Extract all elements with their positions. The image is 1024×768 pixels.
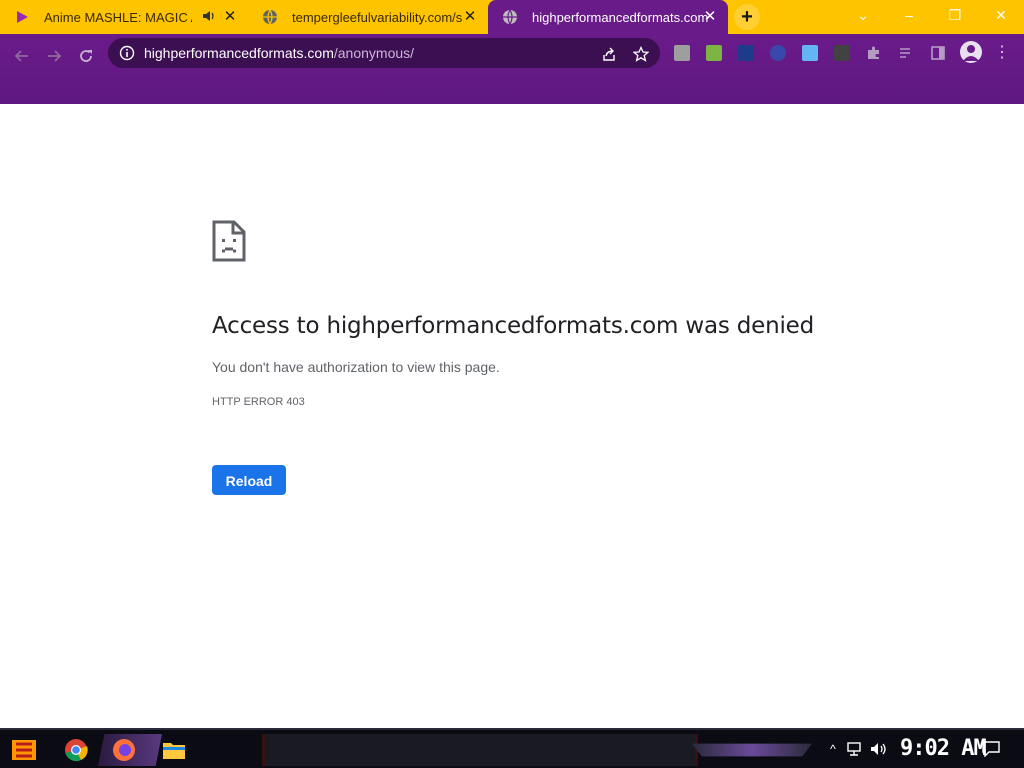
tab-close-icon[interactable]: ✕ (222, 9, 238, 25)
browser-toolbar: highperformancedformats.com/anonymous/ ⋮ (0, 34, 1024, 104)
tab-close-icon[interactable]: ✕ (702, 9, 718, 25)
tab-search-icon[interactable]: ⌄ (840, 0, 886, 30)
taskbar-decoration (692, 743, 812, 757)
tab-close-icon[interactable]: ✕ (462, 9, 478, 25)
extension-2-icon[interactable] (706, 45, 722, 61)
tray-chevron-icon[interactable]: ^ (824, 740, 842, 758)
tab-strip: Anime MASHLE: MAGIC A ✕ tempergleefulvar… (0, 0, 1024, 34)
extension-3-icon[interactable] (738, 45, 754, 61)
tab-anime[interactable]: Anime MASHLE: MAGIC A ✕ (0, 0, 248, 34)
taskbar: ^ 9:02 AM (0, 728, 1024, 768)
share-icon[interactable] (600, 45, 618, 63)
reload-button[interactable]: Reload (212, 465, 286, 495)
globe-icon (262, 9, 278, 25)
error-message: You don't have authorization to view thi… (212, 359, 500, 375)
play-icon (14, 9, 30, 25)
notification-icon[interactable] (982, 740, 1000, 758)
taskbar-clock[interactable]: 9:02 AM (900, 736, 987, 761)
minimize-button[interactable]: – (886, 0, 932, 30)
extension-1-icon[interactable] (674, 45, 690, 61)
speaker-icon[interactable] (202, 9, 216, 25)
url-text[interactable]: highperformancedformats.com/anonymous/ (144, 45, 414, 61)
extension-4-icon[interactable] (770, 45, 786, 61)
media-controls-icon[interactable] (898, 45, 914, 61)
volume-icon[interactable] (870, 740, 888, 758)
error-code: HTTP ERROR 403 (212, 396, 305, 408)
tab-title: highperformancedformats.com (532, 9, 709, 25)
network-icon[interactable] (846, 740, 864, 758)
side-panel-icon[interactable] (930, 45, 946, 61)
profile-avatar-icon[interactable] (960, 41, 982, 63)
taskbar-wallpaper-panel (262, 734, 698, 766)
reload-toolbar-button[interactable] (72, 42, 100, 70)
address-bar[interactable]: highperformancedformats.com/anonymous/ (108, 38, 660, 68)
sad-document-icon (212, 220, 246, 262)
forward-button[interactable] (40, 42, 68, 70)
extensions-puzzle-icon[interactable] (866, 45, 882, 61)
firefox-icon[interactable] (110, 736, 138, 764)
back-button[interactable] (8, 42, 36, 70)
file-explorer-icon[interactable] (160, 736, 188, 764)
start-button-icon[interactable] (10, 736, 38, 764)
chrome-icon[interactable] (62, 736, 90, 764)
info-icon[interactable] (118, 44, 136, 62)
tab-title: tempergleefulvariability.com/s (292, 9, 463, 25)
url-path: /anonymous/ (333, 45, 415, 61)
tab-highperformance-active[interactable]: highperformancedformats.com ✕ (488, 0, 728, 34)
extension-6-icon[interactable] (834, 45, 850, 61)
new-tab-button[interactable]: + (734, 4, 760, 30)
menu-kebab-icon[interactable]: ⋮ (994, 45, 1010, 61)
tab-tempergleeful[interactable]: tempergleefulvariability.com/s ✕ (248, 0, 488, 34)
close-window-button[interactable]: ✕ (978, 0, 1024, 30)
globe-icon (502, 9, 518, 25)
url-host: highperformancedformats.com (144, 45, 334, 61)
error-headline: Access to highperformancedformats.com wa… (212, 313, 815, 339)
bookmark-star-icon[interactable] (632, 45, 650, 63)
restore-button[interactable]: ❐ (932, 0, 978, 30)
extension-5-icon[interactable] (802, 45, 818, 61)
tab-title: Anime MASHLE: MAGIC A (44, 9, 192, 25)
